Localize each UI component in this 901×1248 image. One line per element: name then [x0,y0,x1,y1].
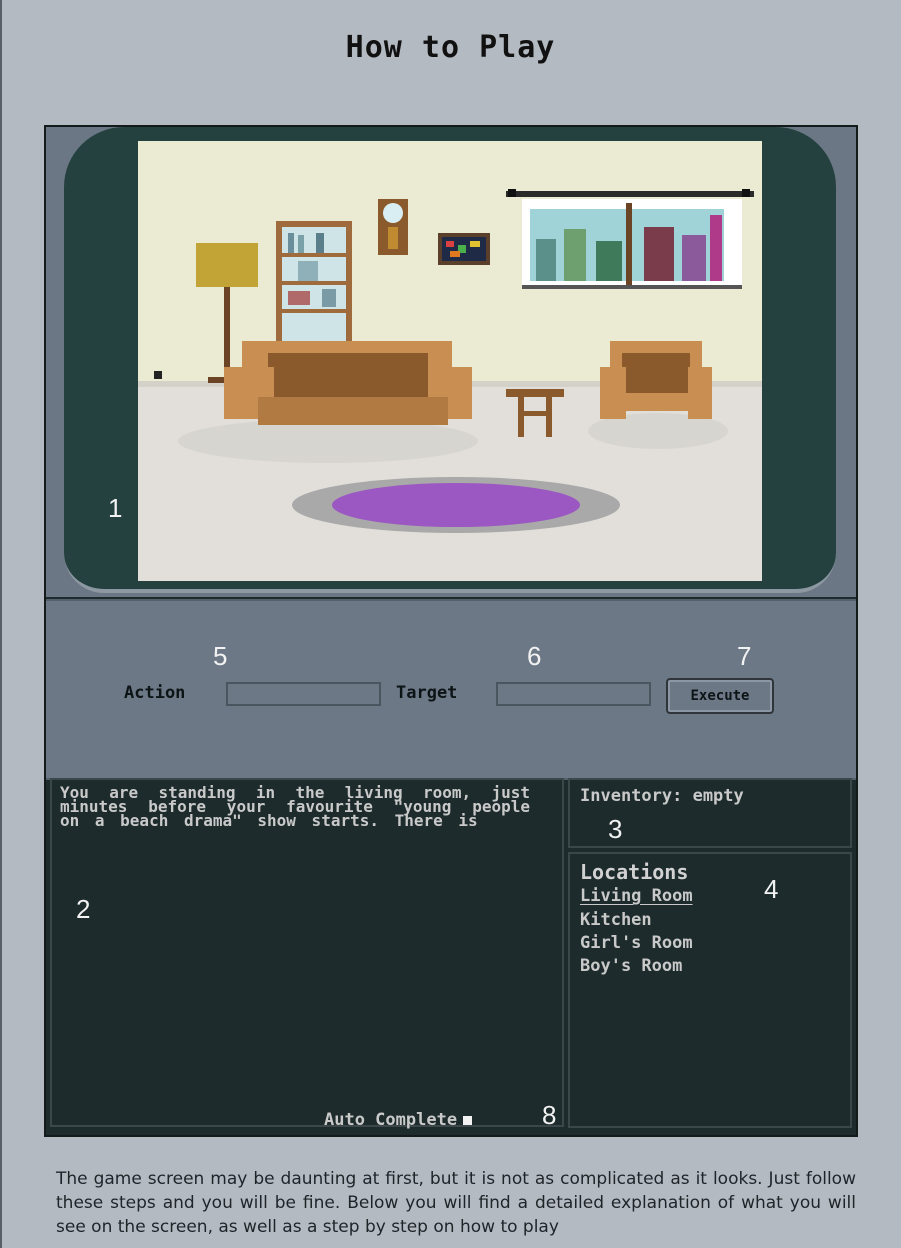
description-paragraph: The game screen may be daunting at first… [56,1169,856,1237]
inventory-text: Inventory: empty [580,786,744,806]
inventory-panel: Inventory: empty 3 [568,778,852,848]
location-living-room[interactable]: Living Room [580,886,693,906]
autocomplete-toggle[interactable]: Auto Complete [324,1110,473,1130]
bookshelf [276,221,352,347]
locations-panel: Locations Living Room Kitchen Girl's Roo… [568,852,852,1128]
autocomplete-label: Auto Complete [324,1110,458,1130]
autocomplete-checkbox[interactable] [463,1116,473,1125]
floor-object [154,371,162,379]
callout-6: 6 [527,641,542,671]
wall-painting [438,233,490,265]
target-input[interactable] [496,682,651,706]
command-panel: 5 6 7 Action Target Execute [46,599,856,780]
callout-7: 7 [737,641,752,671]
target-label: Target [396,683,458,703]
location-boys-room[interactable]: Boy's Room [580,956,682,976]
callout-4: 4 [764,874,779,904]
scene-area: 1 [46,127,856,597]
execute-button[interactable]: Execute [666,678,774,714]
callout-3: 3 [608,814,623,844]
window [506,189,754,289]
callout-2: 2 [76,894,91,924]
living-room-scene[interactable] [138,141,762,581]
action-input[interactable] [226,682,381,706]
action-label: Action [124,683,186,703]
armchair [588,341,728,449]
narration-panel: You are standing in the living room, jus… [50,778,564,1130]
callout-8: 8 [542,1100,557,1130]
page-border [0,0,2,1248]
location-girls-room[interactable]: Girl's Room [580,933,693,953]
callout-5: 5 [213,641,228,671]
location-kitchen[interactable]: Kitchen [580,910,652,930]
stool [506,389,564,437]
rug [292,477,620,533]
game-screen: 1 5 6 7 Action Target Execute You are st… [44,125,858,1137]
sofa [178,341,478,463]
wall-clock [378,199,408,255]
locations-title: Locations [580,860,689,884]
callout-1: 1 [108,493,123,523]
page-title: How to Play [345,30,556,65]
narration-text: You are standing in the living room, jus… [60,783,530,830]
room-illustration [154,189,754,533]
